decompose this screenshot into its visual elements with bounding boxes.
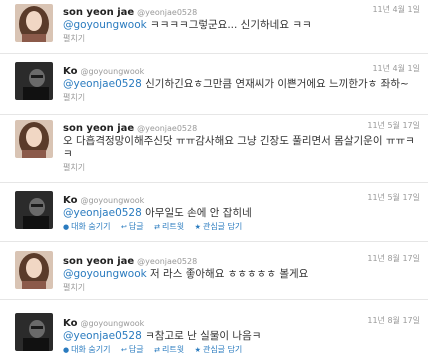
retweet-button[interactable]: ⇄ 리트윗: [154, 222, 184, 232]
tweet-item[interactable]: Ko @goyoungwook 11년 4월 1일 @yeonjae0528 신기…: [0, 54, 428, 115]
mention-link[interactable]: @goyoungwook: [63, 19, 147, 31]
reply-button[interactable]: ↩ 답글: [121, 222, 144, 232]
user-handle[interactable]: @yeonjae0528: [137, 124, 197, 133]
hide-conversation-button[interactable]: ● 대화 숨기기: [63, 222, 110, 232]
tweet-item[interactable]: Ko @goyoungwook 11년 5월 17일 @yeonjae0528 아…: [0, 183, 428, 242]
tweet-text: @goyoungwook 저 라스 좋아해요 ㅎㅎㅎㅎㅎ 볼게요: [63, 268, 420, 281]
favorite-label: 관심글 담기: [202, 345, 243, 354]
retweet-icon: ⇄: [154, 346, 161, 354]
star-icon: ★: [194, 346, 201, 354]
user-name[interactable]: Ko: [63, 318, 77, 329]
star-icon: ★: [194, 223, 201, 231]
avatar-woman-image: [15, 251, 53, 289]
tweet-body: son yeon jae @yeonjae0528 11년 4월 1일 @goyo…: [63, 3, 420, 44]
tweet-text: @yeonjae0528 신기하긴요ㅎ그만큼 연재씨가 이쁜거에요 느끼한가ㅎ …: [63, 78, 420, 91]
tweet-message: 오 다흡격정망이해주신닷 ㅠㅠ감사해요 그냥 긴장도 풀리면서 몸살기운이 ㅠㅠ…: [63, 135, 415, 160]
conversation-icon: ●: [63, 223, 70, 231]
tweet-message: ㅋ참고로 난 실물이 나음ㅋ: [141, 330, 262, 342]
favorite-button[interactable]: ★ 관심글 담기: [195, 345, 243, 355]
avatar[interactable]: [15, 62, 53, 100]
user-name[interactable]: Ko: [63, 195, 77, 206]
tweet-header: Ko @goyoungwook 11년 4월 1일: [63, 62, 420, 77]
tweet-message: ㅋㅋㅋㅋ그렇군요... 신기하네요 ㅋㅋ: [146, 19, 312, 31]
tweet-item[interactable]: son yeon jae @yeonjae0528 11년 8월 17일 @goy…: [0, 242, 428, 300]
mention-link[interactable]: @yeonjae0528: [63, 78, 142, 90]
user-name[interactable]: son yeon jae: [63, 123, 134, 134]
conversation-icon: ●: [63, 346, 70, 354]
avatar[interactable]: [15, 191, 53, 229]
tweet-header: Ko @goyoungwook 11년 5월 17일: [63, 191, 420, 206]
tweet-timeline: son yeon jae @yeonjae0528 11년 4월 1일 @goyo…: [0, 0, 428, 357]
user-name[interactable]: Ko: [63, 66, 77, 77]
mention-link[interactable]: @yeonjae0528: [63, 330, 142, 342]
retweet-icon: ⇄: [154, 223, 161, 231]
expand-link[interactable]: 펼치기: [63, 163, 420, 173]
tweet-date[interactable]: 11년 5월 17일: [367, 119, 420, 133]
reply-button[interactable]: ↩ 답글: [121, 345, 144, 355]
expand-link[interactable]: 펼치기: [63, 283, 420, 293]
hide-conversation-label: 대화 숨기기: [71, 345, 111, 354]
retweet-label: 리트윗: [162, 222, 185, 231]
avatar-woman-image: [15, 4, 53, 42]
tweet-actions: ● 대화 숨기기 ↩ 답글 ⇄ 리트윗 ★ 관심글 담기: [63, 345, 420, 355]
hide-conversation-button[interactable]: ● 대화 숨기기: [63, 345, 110, 355]
user-handle[interactable]: @goyoungwook: [80, 67, 144, 76]
tweet-message: 신기하긴요ㅎ그만큼 연재씨가 이쁜거에요 느끼한가ㅎ 좌하~: [141, 78, 409, 90]
user-handle[interactable]: @goyoungwook: [80, 196, 144, 205]
retweet-label: 리트윗: [162, 345, 185, 354]
tweet-body: Ko @goyoungwook 11년 4월 1일 @yeonjae0528 신기…: [63, 62, 420, 103]
tweet-item[interactable]: son yeon jae @yeonjae0528 11년 5월 17일 오 다흡…: [0, 115, 428, 183]
avatar-man-image: [15, 191, 53, 229]
tweet-item[interactable]: son yeon jae @yeonjae0528 11년 4월 1일 @goyo…: [0, 0, 428, 54]
tweet-text: @goyoungwook ㅋㅋㅋㅋ그렇군요... 신기하네요 ㅋㅋ: [63, 19, 420, 32]
tweet-message: 아무일도 손에 안 잡히네: [141, 207, 252, 219]
user-handle[interactable]: @yeonjae0528: [137, 257, 197, 266]
tweet-body: Ko @goyoungwook 11년 5월 17일 @yeonjae0528 아…: [63, 191, 420, 232]
avatar-man-image: [15, 62, 53, 100]
tweet-message: 저 라스 좋아해요 ㅎㅎㅎㅎㅎ 볼게요: [146, 268, 309, 280]
favorite-label: 관심글 담기: [202, 222, 243, 231]
mention-link[interactable]: @goyoungwook: [63, 268, 147, 280]
reply-icon: ↩: [121, 346, 127, 354]
avatar[interactable]: [15, 251, 53, 289]
hide-conversation-label: 대화 숨기기: [71, 222, 111, 231]
tweet-date[interactable]: 11년 8월 17일: [367, 252, 420, 266]
tweet-actions: ● 대화 숨기기 ↩ 답글 ⇄ 리트윗 ★ 관심글 담기: [63, 222, 420, 232]
avatar-man-image: [15, 313, 53, 351]
user-name[interactable]: son yeon jae: [63, 7, 134, 18]
avatar[interactable]: [15, 313, 53, 351]
user-handle[interactable]: @yeonjae0528: [137, 8, 197, 17]
expand-link[interactable]: 펼치기: [63, 93, 420, 103]
avatar-woman-image: [15, 120, 53, 158]
tweet-text: 오 다흡격정망이해주신닷 ㅠㅠ감사해요 그냥 긴장도 풀리면서 몸살기운이 ㅠㅠ…: [63, 135, 420, 161]
retweet-button[interactable]: ⇄ 리트윗: [154, 345, 184, 355]
user-handle[interactable]: @goyoungwook: [80, 319, 144, 328]
avatar[interactable]: [15, 120, 53, 158]
tweet-body: son yeon jae @yeonjae0528 11년 5월 17일 오 다흡…: [63, 119, 420, 173]
tweet-date[interactable]: 11년 5월 17일: [367, 191, 420, 205]
tweet-date[interactable]: 11년 4월 1일: [372, 3, 420, 17]
tweet-body: son yeon jae @yeonjae0528 11년 8월 17일 @goy…: [63, 252, 420, 293]
tweet-date[interactable]: 11년 4월 1일: [372, 62, 420, 76]
reply-label: 답글: [128, 222, 144, 231]
user-name[interactable]: son yeon jae: [63, 256, 134, 267]
tweet-header: Ko @goyoungwook 11년 8월 17일: [63, 314, 420, 329]
tweet-header: son yeon jae @yeonjae0528 11년 4월 1일: [63, 3, 420, 18]
tweet-date[interactable]: 11년 8월 17일: [367, 314, 420, 328]
mention-link[interactable]: @yeonjae0528: [63, 207, 142, 219]
tweet-header: son yeon jae @yeonjae0528 11년 8월 17일: [63, 252, 420, 267]
tweet-text: @yeonjae0528 아무일도 손에 안 잡히네: [63, 207, 420, 220]
reply-label: 답글: [128, 345, 144, 354]
tweet-text: @yeonjae0528 ㅋ참고로 난 실물이 나음ㅋ: [63, 330, 420, 343]
tweet-header: son yeon jae @yeonjae0528 11년 5월 17일: [63, 119, 420, 134]
tweet-item[interactable]: Ko @goyoungwook 11년 8월 17일 @yeonjae0528 ㅋ…: [0, 300, 428, 357]
tweet-body: Ko @goyoungwook 11년 8월 17일 @yeonjae0528 ㅋ…: [63, 314, 420, 355]
avatar[interactable]: [15, 4, 53, 42]
favorite-button[interactable]: ★ 관심글 담기: [195, 222, 243, 232]
reply-icon: ↩: [121, 223, 127, 231]
expand-link[interactable]: 펼치기: [63, 34, 420, 44]
